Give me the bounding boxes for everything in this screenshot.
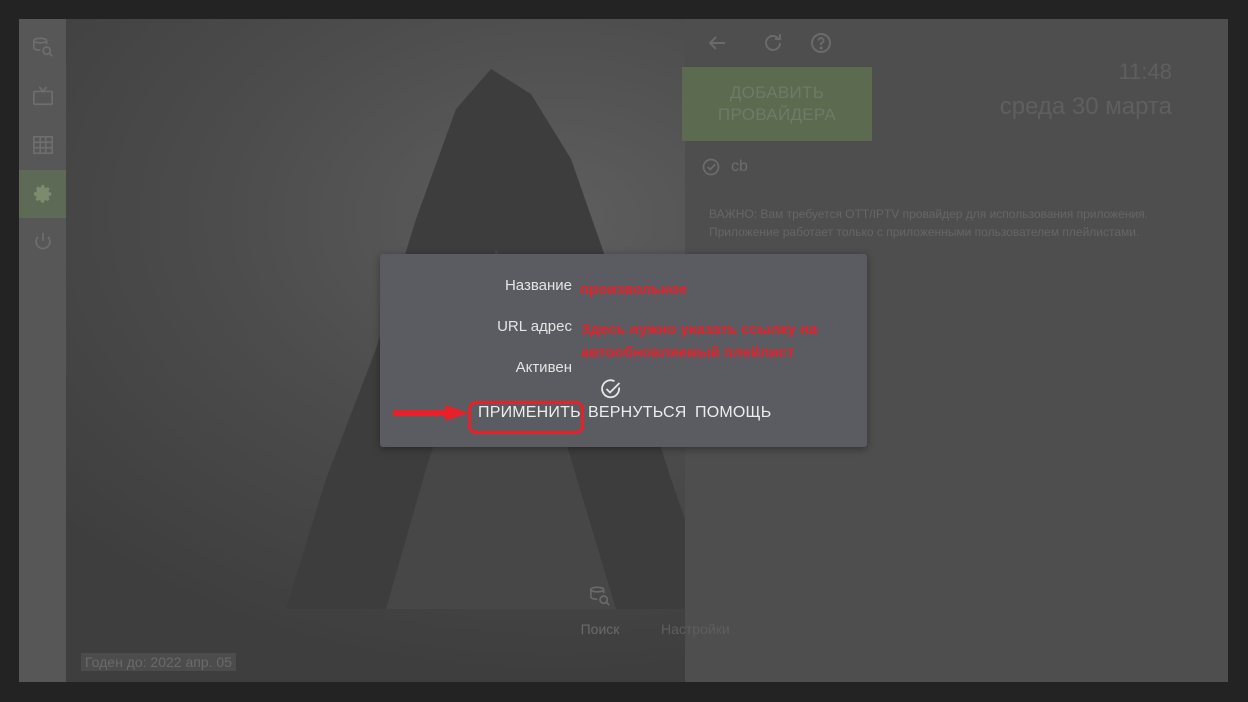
refresh-icon	[765, 34, 781, 51]
sidebar-item-exit[interactable]	[19, 218, 66, 266]
annotation-arrow-icon	[393, 405, 469, 421]
bottom-nav-settings[interactable]: Настройки	[661, 621, 730, 637]
refresh-button[interactable]	[761, 31, 785, 55]
back-button[interactable]	[705, 31, 729, 55]
sidebar-item-guide[interactable]	[19, 121, 66, 169]
sidebar	[19, 19, 66, 682]
date: среда 30 марта	[999, 93, 1172, 120]
gear-icon	[33, 184, 51, 203]
check-circle-icon	[702, 158, 720, 176]
bottom-nav-search-label: Поиск	[580, 621, 620, 637]
bottom-nav-settings-label: Настройки	[661, 621, 730, 637]
help-icon	[811, 33, 831, 53]
tv-icon	[32, 86, 53, 106]
check-circle-icon	[601, 379, 621, 399]
database-search-icon	[590, 586, 610, 606]
help-dialog-button[interactable]: ПОМОЩЬ	[695, 404, 771, 422]
url-label: URL адрес	[497, 318, 572, 335]
notice-text: ВАЖНО: Вам требуется OTT/IPTV провайдер …	[709, 207, 1148, 239]
active-label: Активен	[515, 359, 572, 376]
sidebar-item-tv[interactable]	[19, 72, 66, 120]
name-annotation: произвольное	[580, 281, 688, 298]
sidebar-item-search[interactable]	[19, 23, 66, 71]
provider-item[interactable]: cb	[701, 157, 748, 177]
apply-button[interactable]: ПРИМЕНИТЬ	[478, 404, 581, 422]
tv-screen: ДОБАВИТЬ ПРОВАЙДЕРА 11:48 среда 30 марта…	[19, 19, 1228, 682]
provider-dialog: Название произвольное URL адрес Здесь ну…	[380, 254, 867, 447]
grid-icon	[32, 135, 53, 155]
clock: 11:48	[1118, 59, 1172, 84]
validity-label: Годен до: 2022 апр. 05	[81, 653, 236, 671]
url-annotation-line2: автообновляемый плейлист	[581, 344, 795, 361]
url-annotation-line1: Здесь нужно указать ссылку на	[581, 321, 818, 338]
bottom-nav-search[interactable]: Поиск	[575, 585, 625, 637]
power-icon	[34, 232, 51, 250]
database-search-icon	[32, 37, 53, 57]
sidebar-item-settings[interactable]	[19, 170, 66, 218]
add-provider-button[interactable]: ДОБАВИТЬ ПРОВАЙДЕРА	[682, 67, 872, 141]
return-button[interactable]: ВЕРНУТЬСЯ	[588, 404, 687, 422]
name-label: Название	[504, 277, 572, 294]
help-button[interactable]	[809, 31, 833, 55]
provider-name: cb	[731, 158, 748, 175]
active-checkbox[interactable]	[599, 377, 623, 401]
back-arrow-icon	[708, 36, 725, 50]
